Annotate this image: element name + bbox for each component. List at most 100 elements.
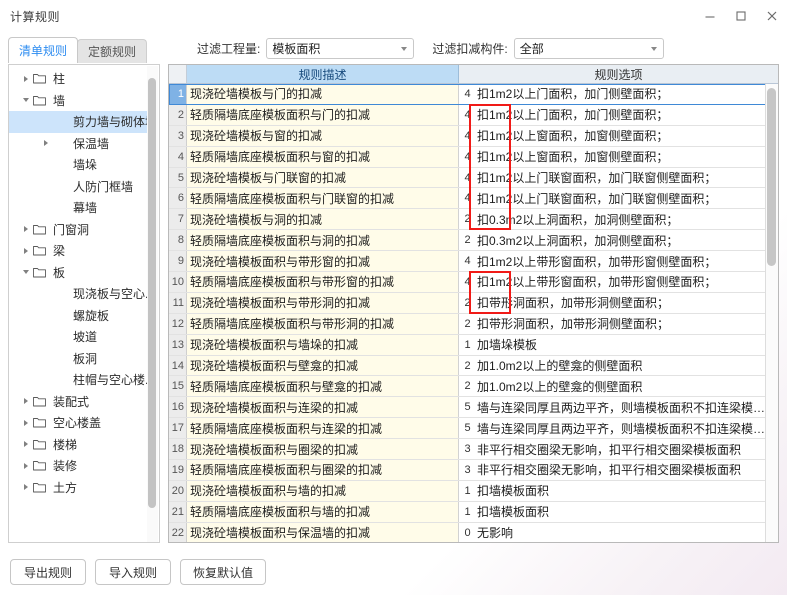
cell-rule-option[interactable]: 非平行相交圈梁无影响，扣平行相交圈梁模板面积 (476, 460, 778, 480)
footer-button-3[interactable]: 恢复默认值 (180, 559, 267, 585)
cell-rule-description[interactable]: 现浇砼墙模板与洞的扣减 (187, 209, 459, 230)
minimize-icon[interactable] (694, 0, 725, 32)
cell-rule-option[interactable]: 墙与连梁同厚且两边平齐，则墙模板面积不扣连梁模… (476, 397, 778, 417)
cell-rule-description[interactable]: 轻质隔墙底座模板面积与门的扣减 (187, 104, 459, 125)
chevron-down-icon[interactable] (19, 270, 33, 275)
tree-item-9[interactable]: 梁 (9, 240, 149, 262)
chevron-right-icon[interactable] (19, 398, 33, 405)
chevron-right-icon[interactable] (19, 419, 33, 426)
cell-rule-description[interactable]: 轻质隔墙底座模板面积与墙的扣减 (187, 501, 459, 522)
tree-item-4[interactable]: 保温墙 (9, 133, 149, 155)
chevron-right-icon[interactable] (19, 247, 33, 254)
table-scrollbar-track[interactable] (765, 84, 778, 542)
cell-rule-option[interactable]: 扣0.3m2以上洞面积，加洞侧壁面积； (476, 230, 778, 250)
tree-item-6[interactable]: 人防门框墙 (9, 176, 149, 198)
chevron-right-icon[interactable] (19, 441, 33, 448)
table-row[interactable]: 21 轻质隔墙底座模板面积与墙的扣减 1 扣墙模板面积 (169, 501, 778, 523)
tree-item-15[interactable]: 柱帽与空心楼... (9, 369, 155, 391)
cell-rule-description[interactable]: 现浇砼墙模板与门的扣减 (187, 84, 459, 104)
table-row[interactable]: 8 轻质隔墙底座模板面积与洞的扣减 2 扣0.3m2以上洞面积，加洞侧壁面积； (169, 230, 778, 252)
tree-item-14[interactable]: 板洞 (9, 348, 149, 370)
header-rule-option[interactable]: 规则选项 (459, 65, 778, 83)
tree-item-19[interactable]: 装修 (9, 455, 149, 477)
footer-button-2[interactable]: 导入规则 (95, 559, 171, 585)
tree-item-10[interactable]: 板 (9, 262, 149, 284)
table-row[interactable]: 13 现浇砼墙模板面积与墙垛的扣减 1 加墙垛模板 (169, 334, 778, 356)
cell-rule-option[interactable]: 扣墙模板面积 (476, 481, 778, 501)
sidebar-scrollbar-track[interactable] (147, 66, 158, 542)
cell-rule-description[interactable]: 轻质隔墙底座模板面积与带形洞的扣减 (187, 313, 459, 334)
cell-rule-description[interactable]: 现浇砼墙模板面积与圈梁的扣减 (187, 439, 459, 460)
table-row[interactable]: 18 现浇砼墙模板面积与圈梁的扣减 3 非平行相交圈梁无影响，扣平行相交圈梁模板面积 (169, 439, 778, 461)
cell-rule-description[interactable]: 轻质隔墙底座模板面积与门联窗的扣减 (187, 188, 459, 209)
cell-rule-option[interactable]: 扣1m2以上门联窗面积，加门联窗侧壁面积； (476, 188, 778, 208)
tree-item-20[interactable]: 土方 (9, 477, 149, 499)
cell-rule-option[interactable]: 扣1m2以上门面积，加门侧壁面积； (476, 105, 778, 125)
cell-rule-option[interactable]: 扣墙模板面积 (476, 502, 778, 522)
cell-rule-option[interactable]: 扣1m2以上带形窗面积，加带形窗侧壁面积； (476, 251, 778, 271)
cell-rule-description[interactable]: 轻质隔墙底座模板面积与带形窗的扣减 (187, 272, 459, 292)
cell-rule-option[interactable]: 非平行相交圈梁无影响，扣平行相交圈梁模板面积 (476, 439, 778, 459)
tree-item-16[interactable]: 装配式 (9, 391, 149, 413)
tree-item-5[interactable]: 墙垛 (9, 154, 149, 176)
tree-item-1[interactable]: 柱 (9, 68, 149, 90)
close-icon[interactable] (756, 0, 787, 32)
tree-item-13[interactable]: 坡道 (9, 326, 149, 348)
table-scrollbar-thumb[interactable] (767, 88, 776, 266)
table-row[interactable]: 16 现浇砼墙模板面积与连梁的扣减 5 墙与连梁同厚且两边平齐，则墙模板面积不扣连梁模… (169, 397, 778, 419)
cell-rule-description[interactable]: 轻质隔墙底座模板面积与连梁的扣减 (187, 418, 459, 439)
cell-rule-option[interactable]: 扣带形洞面积，加带形洞侧壁面积； (476, 314, 778, 334)
cell-rule-option[interactable]: 墙与连梁同厚且两边平齐，则墙模板面积不扣连梁模… (476, 418, 778, 438)
cell-rule-option[interactable]: 扣1m2以上带形窗面积，加带形窗侧壁面积； (476, 272, 778, 292)
tab-1[interactable]: 清单规则 (8, 37, 79, 63)
cell-rule-description[interactable]: 现浇砼墙模板与窗的扣减 (187, 125, 459, 146)
tree-item-12[interactable]: 螺旋板 (9, 305, 149, 327)
table-row[interactable]: 12 轻质隔墙底座模板面积与带形洞的扣减 2 扣带形洞面积，加带形洞侧壁面积； (169, 313, 778, 335)
cell-rule-option[interactable]: 无影响 (476, 523, 778, 542)
cell-rule-option[interactable]: 扣1m2以上窗面积，加窗侧壁面积； (476, 147, 778, 167)
cell-rule-description[interactable]: 现浇砼墙模板面积与带形洞的扣减 (187, 292, 459, 313)
tab-2[interactable]: 定额规则 (77, 39, 148, 63)
tree-item-3[interactable]: 剪力墙与砌体墙 (9, 111, 157, 133)
cell-rule-option[interactable]: 扣0.3m2以上洞面积，加洞侧壁面积； (476, 209, 778, 229)
chevron-right-icon[interactable] (19, 75, 33, 82)
table-row[interactable]: 17 轻质隔墙底座模板面积与连梁的扣减 5 墙与连梁同厚且两边平齐，则墙模板面积不扣连… (169, 418, 778, 440)
table-row[interactable]: 11 现浇砼墙模板面积与带形洞的扣减 2 扣带形洞面积，加带形洞侧壁面积； (169, 292, 778, 314)
table-row[interactable]: 2 轻质隔墙底座模板面积与门的扣减 4 扣1m2以上门面积，加门侧壁面积； (169, 104, 778, 126)
chevron-right-icon[interactable] (19, 462, 33, 469)
filter-select-1[interactable]: 模板面积 (266, 38, 415, 59)
header-rule-description[interactable]: 规则描述 (187, 65, 459, 83)
table-row[interactable]: 7 现浇砼墙模板与洞的扣减 2 扣0.3m2以上洞面积，加洞侧壁面积； (169, 209, 778, 231)
cell-rule-description[interactable]: 现浇砼墙模板面积与带形窗的扣减 (187, 251, 459, 272)
tree-item-17[interactable]: 空心楼盖 (9, 412, 149, 434)
table-row[interactable]: 3 现浇砼墙模板与窗的扣减 4 扣1m2以上窗面积，加窗侧壁面积； (169, 125, 778, 147)
tree-item-7[interactable]: 幕墙 (9, 197, 149, 219)
footer-button-1[interactable]: 导出规则 (10, 559, 86, 585)
table-row[interactable]: 15 轻质隔墙底座模板面积与壁龛的扣减 2 加1.0m2以上的壁龛的侧壁面积 (169, 376, 778, 398)
chevron-down-icon[interactable] (19, 98, 33, 103)
cell-rule-description[interactable]: 现浇砼墙模板面积与壁龛的扣减 (187, 355, 459, 376)
tree-item-11[interactable]: 现浇板与空心... (9, 283, 155, 305)
maximize-icon[interactable] (725, 0, 756, 32)
table-row[interactable]: 9 现浇砼墙模板面积与带形窗的扣减 4 扣1m2以上带形窗面积，加带形窗侧壁面积； (169, 251, 778, 273)
chevron-right-icon[interactable] (19, 484, 33, 491)
cell-rule-description[interactable]: 轻质隔墙底座模板面积与窗的扣减 (187, 146, 459, 167)
chevron-right-icon[interactable] (19, 226, 33, 233)
cell-rule-description[interactable]: 现浇砼墙模板面积与保温墙的扣减 (187, 522, 459, 542)
table-row[interactable]: 14 现浇砼墙模板面积与壁龛的扣减 2 加1.0m2以上的壁龛的侧壁面积 (169, 355, 778, 377)
tree-item-8[interactable]: 门窗洞 (9, 219, 149, 241)
table-row[interactable]: 5 现浇砼墙模板与门联窗的扣减 4 扣1m2以上门联窗面积，加门联窗侧壁面积； (169, 167, 778, 189)
table-row[interactable]: 10 轻质隔墙底座模板面积与带形窗的扣减 4 扣1m2以上带形窗面积，加带形窗侧壁面积… (169, 272, 778, 293)
sidebar-scrollbar-thumb[interactable] (148, 78, 156, 508)
cell-rule-option[interactable]: 扣1m2以上窗面积，加窗侧壁面积； (476, 126, 778, 146)
cell-rule-option[interactable]: 加1.0m2以上的壁龛的侧壁面积 (476, 376, 778, 396)
table-row[interactable]: 6 轻质隔墙底座模板面积与门联窗的扣减 4 扣1m2以上门联窗面积，加门联窗侧壁面积； (169, 188, 778, 210)
cell-rule-description[interactable]: 现浇砼墙模板面积与墙的扣减 (187, 480, 459, 501)
tree-item-18[interactable]: 楼梯 (9, 434, 149, 456)
table-row[interactable]: 22 现浇砼墙模板面积与保温墙的扣减 0 无影响 (169, 522, 778, 542)
cell-rule-description[interactable]: 现浇砼墙模板与门联窗的扣减 (187, 167, 459, 188)
cell-rule-option[interactable]: 扣带形洞面积，加带形洞侧壁面积； (476, 293, 778, 313)
table-row[interactable]: 20 现浇砼墙模板面积与墙的扣减 1 扣墙模板面积 (169, 480, 778, 502)
cell-rule-description[interactable]: 现浇砼墙模板面积与墙垛的扣减 (187, 334, 459, 355)
filter-select-2[interactable]: 全部 (513, 38, 664, 59)
